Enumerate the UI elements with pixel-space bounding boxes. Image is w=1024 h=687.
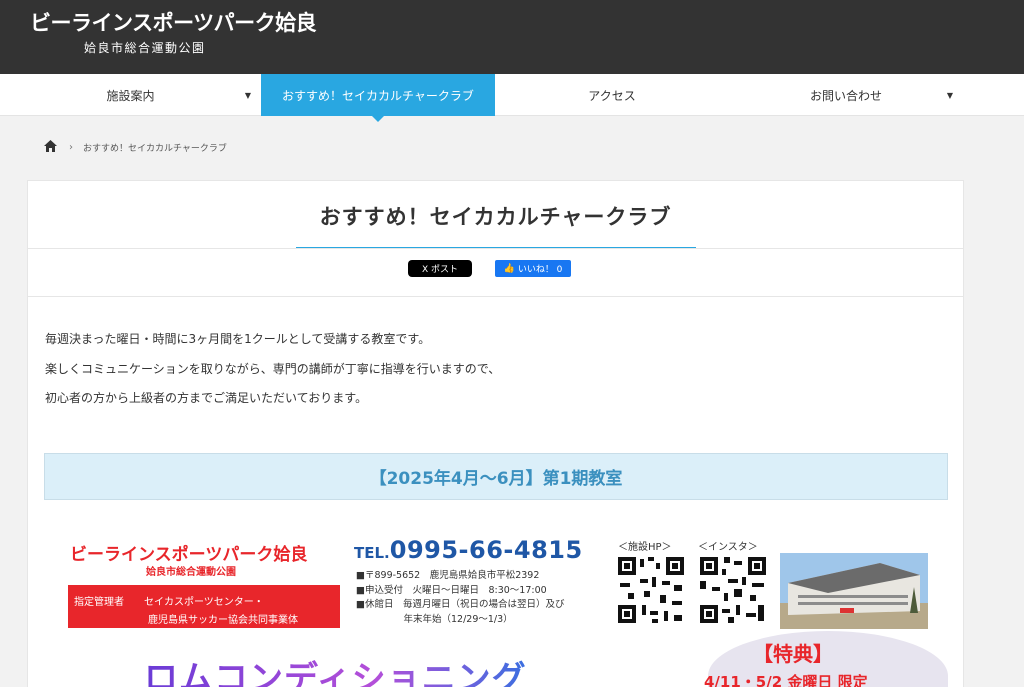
breadcrumb-current: おすすめ！セイカカルチャークラブ xyxy=(83,143,227,154)
site-header: ビーラインスポーツパーク姶良 姶良市総合運動公園 xyxy=(0,0,1024,74)
intro-line: 初心者の方から上級者の方までご満足いただいております。 xyxy=(45,391,368,405)
flyer-facility-sub: 姶良市総合運動公園 xyxy=(146,567,236,578)
dropdown-caret-icon: ▼ xyxy=(244,91,251,100)
breadcrumb: › おすすめ！セイカカルチャークラブ xyxy=(44,139,227,155)
flyer-manager-line: セイカスポーツセンター・ xyxy=(144,597,264,608)
flyer-info: ■〒899-5652 鹿児島県姶良市平松2392 ■申込受付 火曜日～日曜日 8… xyxy=(356,569,564,627)
nav-item-culture-club[interactable]: おすすめ！セイカカルチャークラブ xyxy=(261,74,495,122)
x-post-button[interactable]: X ポスト xyxy=(408,260,472,277)
qr-site-label: ＜施設HP＞ xyxy=(618,542,672,553)
site-title[interactable]: ビーラインスポーツパーク姶良 xyxy=(30,9,317,37)
period-heading-text: 【2025年4月～6月】第1期教室 xyxy=(369,469,623,489)
nav-item-label: おすすめ！セイカカルチャークラブ xyxy=(282,88,474,103)
intro-line: 楽しくコミュニケーションを取りながら、専門の講師が丁寧に指導を行いますので、 xyxy=(45,361,501,376)
flyer-info-line: ■〒899-5652 鹿児島県姶良市平松2392 xyxy=(356,570,540,581)
nav-item-facilities[interactable]: 施設案内 ▼ xyxy=(0,74,261,116)
flyer-manager-label: 指定管理者 xyxy=(74,597,124,608)
nav-item-contact[interactable]: お問い合わせ ▼ xyxy=(729,74,963,116)
period-heading: 【2025年4月～6月】第1期教室 xyxy=(44,453,948,500)
facebook-like-button[interactable]: 👍 いいね！ 0 xyxy=(495,260,571,277)
title-underline xyxy=(296,247,696,248)
global-nav: 施設案内 ▼ おすすめ！セイカカルチャークラブ アクセス お問い合わせ ▼ xyxy=(0,74,1024,122)
qr-code-icon xyxy=(616,555,686,625)
flyer-phone-label: TEL. xyxy=(354,544,390,562)
intro-text: 毎週決まった曜日・時間に3ヶ月間を1クールとして受講する教室です。 楽しくコミュ… xyxy=(45,325,500,414)
facebook-like-label: いいね！ 0 xyxy=(517,265,563,275)
nav-item-label: アクセス xyxy=(588,88,636,103)
page-title: おすすめ！セイカカルチャークラブ xyxy=(319,205,672,229)
dropdown-caret-icon: ▼ xyxy=(946,91,953,100)
flyer-banner-text: ロムコンディショニング xyxy=(144,651,527,687)
benefit-title: 【特典】 xyxy=(753,642,833,666)
flyer-info-line: 年末年始（12/29～1/3） xyxy=(356,613,513,625)
divider xyxy=(28,296,963,297)
divider xyxy=(28,248,963,249)
x-post-label: X ポスト xyxy=(421,265,459,275)
nav-item-access[interactable]: アクセス xyxy=(495,74,729,116)
benefit-date: 4/11・5/2 金曜日 限定 xyxy=(704,673,868,687)
flyer-phone: TEL.0995-66-4815 xyxy=(354,536,583,564)
qr-code-icon xyxy=(698,555,768,625)
nav-item-label: お問い合わせ xyxy=(809,88,882,103)
flyer-info-line: ■休館日 毎週月曜日（祝日の場合は翌日）及び xyxy=(356,599,565,611)
flyer-info-line: ■申込受付 火曜日～日曜日 8:30～17:00 xyxy=(356,584,547,596)
article-card: おすすめ！セイカカルチャークラブ X ポスト 👍 いいね！ 0 毎週決まった曜日… xyxy=(27,180,964,687)
intro-line: 毎週決まった曜日・時間に3ヶ月間を1クールとして受講する教室です。 xyxy=(45,332,431,346)
flyer-phone-number: 0995-66-4815 xyxy=(389,536,583,564)
flyer-facility-name: ビーラインスポーツパーク姶良 xyxy=(70,545,308,565)
qr-insta-label: ＜インスタ＞ xyxy=(698,542,758,553)
site-subtitle: 姶良市総合運動公園 xyxy=(84,41,206,55)
chevron-right-icon: › xyxy=(69,141,73,153)
site-logo[interactable]: ビーラインスポーツパーク姶良 姶良市総合運動公園 xyxy=(30,9,317,55)
flyer-manager-line: 鹿児島県サッカー協会共同事業体 xyxy=(148,615,298,626)
home-icon[interactable] xyxy=(44,139,57,155)
stadium-photo xyxy=(780,553,928,629)
flyer-manager-box: 指定管理者 セイカスポーツセンター・ 鹿児島県サッカー協会共同事業体 xyxy=(68,585,340,628)
thumbs-up-icon: 👍 xyxy=(503,263,515,274)
nav-item-label: 施設案内 xyxy=(106,88,155,103)
